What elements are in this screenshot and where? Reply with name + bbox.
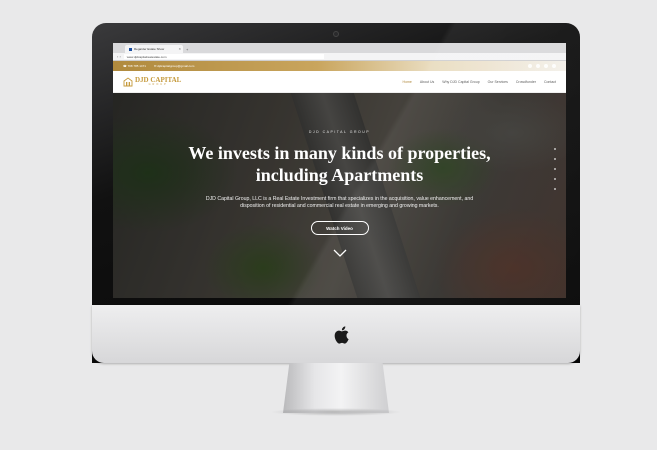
monitor-stand <box>283 363 389 413</box>
tab-title: Regarder Estate Show <box>134 47 165 51</box>
slider-dot[interactable] <box>554 158 556 160</box>
browser-tab-strip: Regarder Estate Show ✕ + <box>113 43 566 53</box>
monitor-chin <box>92 305 580 363</box>
main-navbar: DJD CAPITAL GROUP Home About Us Why DJD … <box>113 71 566 93</box>
watch-video-button[interactable]: Watch Video <box>310 221 369 235</box>
nav-home[interactable]: Home <box>403 80 412 84</box>
new-tab-icon[interactable]: + <box>186 47 188 52</box>
browser-tab[interactable]: Regarder Estate Show ✕ <box>125 45 183 53</box>
apple-logo <box>334 326 349 344</box>
brand-sub: GROUP <box>148 82 168 86</box>
instagram-icon[interactable] <box>552 64 556 68</box>
nav-menu: Home About Us Why DJD Capital Group Our … <box>403 80 556 84</box>
email-text[interactable]: ✉ djdcapitalgroup@gmail.com <box>154 64 194 68</box>
nav-services[interactable]: Our Services <box>488 80 508 84</box>
address-bar: ‹ › www.djdcapitalreatestate.com <box>113 53 566 61</box>
brand-logo[interactable]: DJD CAPITAL GROUP <box>123 76 181 87</box>
slider-dot[interactable] <box>554 188 556 190</box>
back-forward-icon[interactable]: ‹ › <box>117 54 121 59</box>
favicon-icon <box>129 47 132 51</box>
screen: Regarder Estate Show ✕ + ‹ › www.djdcapi… <box>113 43 566 298</box>
hero-kicker: DJD CAPITAL GROUP <box>308 130 371 134</box>
chevron-down-icon[interactable] <box>333 249 347 257</box>
hero-section: DJD CAPITAL GROUP We invests in many kin… <box>113 93 566 298</box>
linkedin-icon[interactable] <box>544 64 548 68</box>
social-links <box>528 64 556 68</box>
camera <box>333 31 339 37</box>
close-icon[interactable]: ✕ <box>178 47 181 51</box>
phone-text[interactable]: ☎ 708 785 1471 <box>123 64 146 68</box>
nav-crowdfunder[interactable]: Crowdfunder <box>516 80 536 84</box>
slider-dots <box>554 148 556 190</box>
slider-dot[interactable] <box>554 178 556 180</box>
building-icon <box>123 76 133 86</box>
slider-dot[interactable] <box>554 168 556 170</box>
contact-topbar: ☎ 708 785 1471 ✉ djdcapitalgroup@gmail.c… <box>113 61 566 71</box>
twitter-icon[interactable] <box>536 64 540 68</box>
url-field[interactable]: www.djdcapitalreatestate.com <box>123 54 324 59</box>
hero-headline: We invests in many kinds of properties, … <box>188 143 491 185</box>
nav-contact[interactable]: Contact <box>544 80 556 84</box>
slider-dot[interactable] <box>554 148 556 150</box>
facebook-icon[interactable] <box>528 64 532 68</box>
nav-about[interactable]: About Us <box>420 80 434 84</box>
nav-why[interactable]: Why DJD Capital Group <box>442 80 479 84</box>
hero-description: DJD Capital Group, LLC is a Real Estate … <box>205 196 474 209</box>
